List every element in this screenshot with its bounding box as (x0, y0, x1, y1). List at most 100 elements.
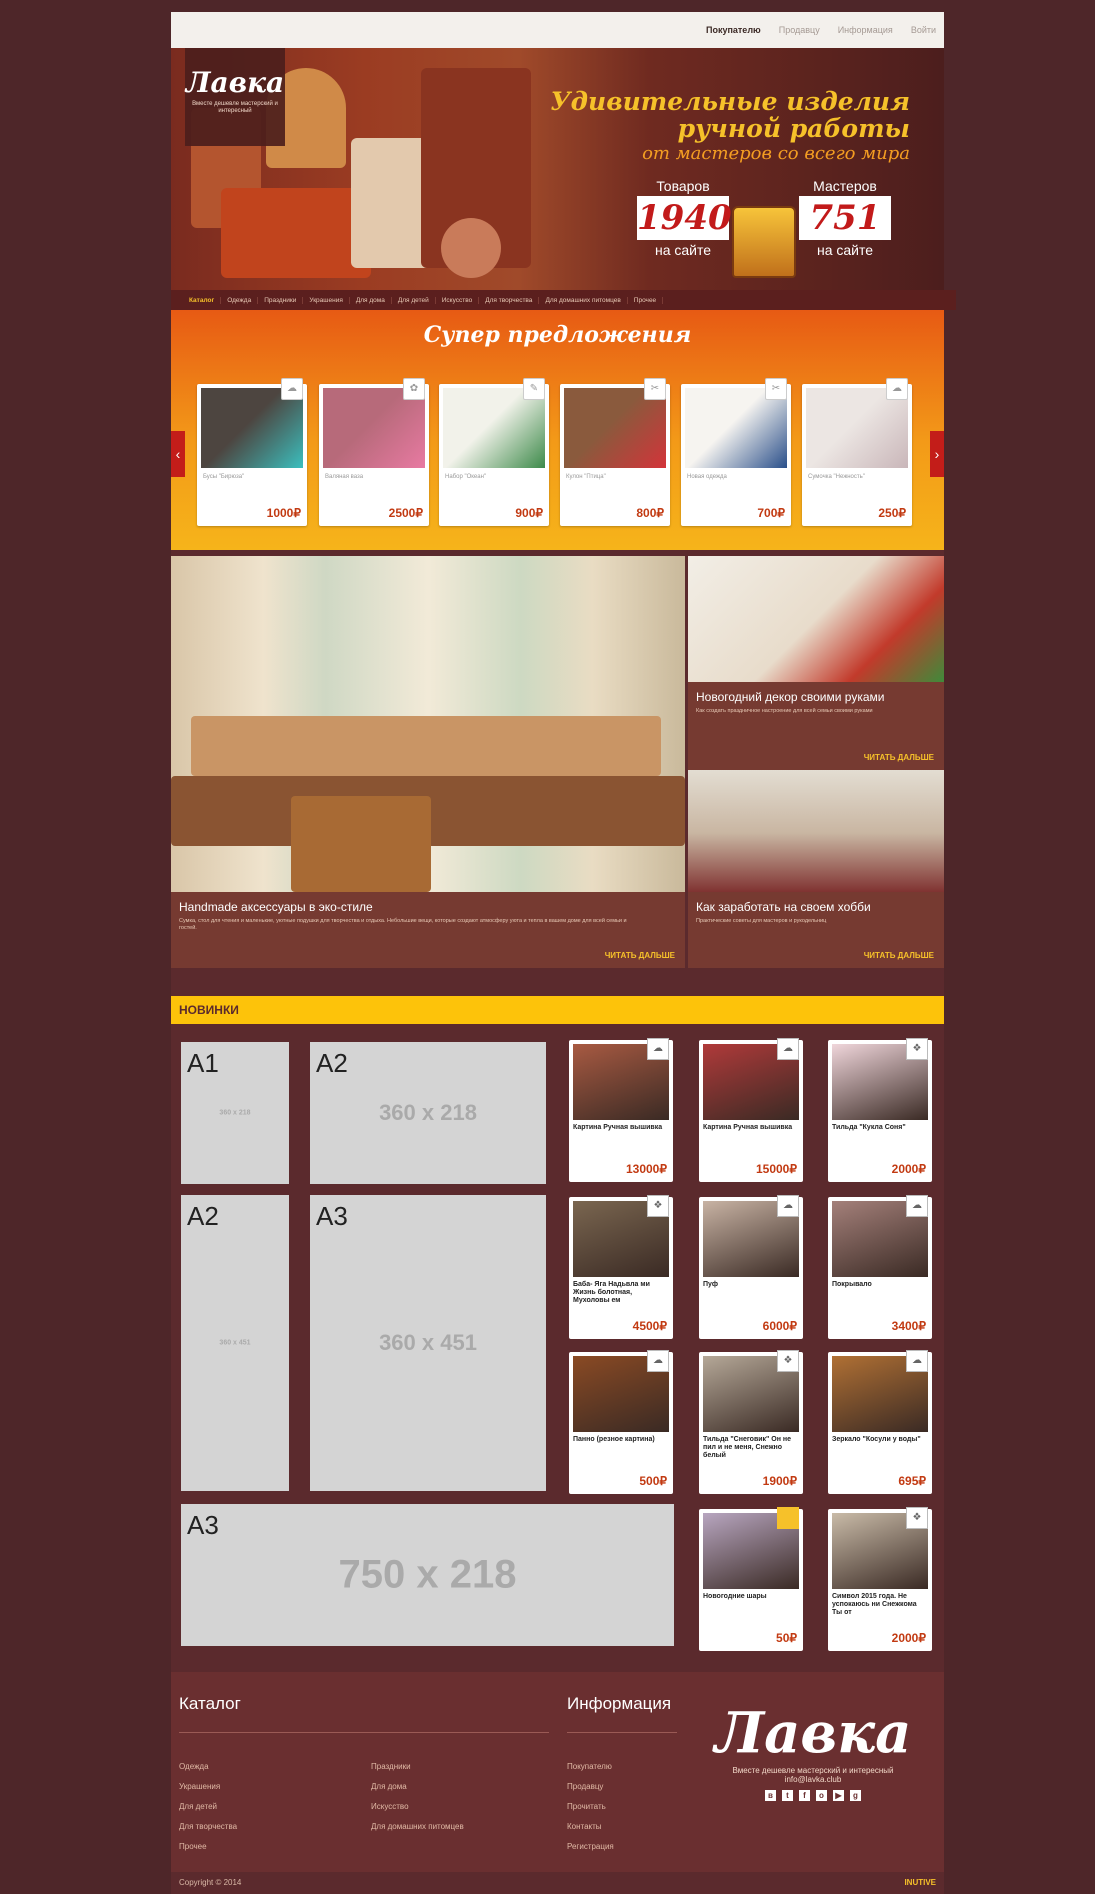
offer-card[interactable]: ✂ Кулон "Птица" 800₽ (560, 378, 670, 526)
product-card[interactable]: ☁ Зеркало "Косули у воды" 695₽ (828, 1350, 932, 1494)
vk-icon[interactable]: в (765, 1790, 776, 1801)
seller-avatar-icon[interactable]: ❖ (906, 1507, 928, 1529)
article-main-title[interactable]: Handmade аксессуары в эко-стиле (179, 900, 373, 914)
ad-slot-a2-top[interactable]: A2 360 x 218 (310, 1042, 546, 1184)
offer-card[interactable]: ✿ Валяная ваза 2500₽ (319, 378, 429, 526)
seller-avatar-icon[interactable]: ❖ (777, 1350, 799, 1372)
cat-jewelry[interactable]: Украшения (303, 296, 350, 304)
nav-buyer[interactable]: Покупателю (706, 25, 761, 35)
offer-image (201, 388, 303, 468)
stat-products-sub: на сайте (654, 242, 712, 258)
seller-avatar-icon[interactable]: ■ (777, 1507, 799, 1529)
footer-link[interactable]: Прочее (179, 1842, 207, 1851)
cat-catalog[interactable]: Каталог (183, 296, 222, 304)
footer-link[interactable]: Украшения (179, 1782, 220, 1791)
seller-avatar-icon[interactable]: ☁ (647, 1038, 669, 1060)
article-side1-title[interactable]: Новогодний декор своими руками (696, 690, 884, 704)
article-side2-image[interactable] (688, 770, 944, 896)
product-card[interactable]: ☁ Покрывало 3400₽ (828, 1195, 932, 1339)
offers-next-arrow-icon[interactable]: › (930, 431, 944, 477)
offer-card[interactable]: ✂ Новая одежда 700₽ (681, 378, 791, 526)
cat-holidays[interactable]: Праздники (258, 296, 304, 304)
gp-icon[interactable]: g (850, 1790, 861, 1801)
footer-link[interactable]: Для домашних питомцев (371, 1822, 464, 1831)
cat-home[interactable]: Для дома (350, 296, 392, 304)
article-main[interactable] (171, 556, 685, 896)
tw-icon[interactable]: t (782, 1790, 793, 1801)
footer-link[interactable]: Для творчества (179, 1822, 237, 1831)
ad-code: A2 (316, 1048, 348, 1078)
footer-link[interactable]: Продавцу (567, 1782, 603, 1791)
offers-prev-arrow-icon[interactable]: ‹ (171, 431, 185, 477)
article-side2-title[interactable]: Как заработать на своем хобби (696, 900, 871, 914)
offer-price: 700₽ (757, 506, 785, 520)
offer-card[interactable]: ☁ Бусы "Бирюза" 1000₽ (197, 378, 307, 526)
product-card[interactable]: ❖ Символ 2015 года. Не успокаюсь ни Снежк… (828, 1507, 932, 1651)
cat-other[interactable]: Прочее (628, 296, 664, 304)
studio-credit[interactable]: INUTIVE (904, 1878, 936, 1887)
footer-catalog-title: Каталог (179, 1694, 241, 1713)
cat-art[interactable]: Искусство (436, 296, 480, 304)
footer-link[interactable]: Одежда (179, 1762, 209, 1771)
footer-logo[interactable]: Лавка Вместе дешевле мастерский и интере… (703, 1700, 923, 1801)
seller-avatar-icon[interactable]: ☁ (886, 378, 908, 400)
footer-logo-wordmark: Лавка (714, 1700, 912, 1766)
footer-link[interactable]: Для дома (371, 1782, 407, 1791)
seller-avatar-icon[interactable]: ☁ (777, 1195, 799, 1217)
seller-avatar-icon[interactable]: ☁ (647, 1350, 669, 1372)
footer-link[interactable]: Регистрация (567, 1842, 614, 1851)
seller-avatar-icon[interactable]: ✂ (644, 378, 666, 400)
footer-link[interactable]: Для детей (179, 1802, 217, 1811)
ad-slot-a1[interactable]: A1 360 x 218 (181, 1042, 289, 1184)
seller-avatar-icon[interactable]: ☁ (281, 378, 303, 400)
product-card[interactable]: ■ Новогодние шары 50₽ (699, 1507, 803, 1651)
product-price: 695₽ (898, 1474, 926, 1488)
ad-slot-a3-wide[interactable]: A3 750 x 218 (181, 1504, 674, 1646)
article-side1-more[interactable]: ЧИТАТЬ ДАЛЬШЕ (864, 753, 934, 762)
seller-avatar-icon[interactable]: ❖ (906, 1038, 928, 1060)
product-card[interactable]: ☁ Пуф 6000₽ (699, 1195, 803, 1339)
article-side1-image[interactable] (688, 556, 944, 682)
hero-subtitle: от мастеров со всего мира (642, 143, 910, 164)
social-links: в t f о ▶ g (703, 1790, 923, 1801)
offer-card[interactable]: ✎ Набор "Океан" 900₽ (439, 378, 549, 526)
nav-login[interactable]: Войти (911, 25, 936, 35)
footer-link[interactable]: Праздники (371, 1762, 411, 1771)
seller-avatar-icon[interactable]: ☁ (906, 1350, 928, 1372)
footer-link[interactable]: Искусство (371, 1802, 409, 1811)
product-card[interactable]: ❖ Тильда "Кукла Соня" 2000₽ (828, 1038, 932, 1182)
ad-slot-a2[interactable]: A2 360 x 451 (181, 1195, 289, 1491)
product-card[interactable]: ☁ Картина Ручная вышивка 15000₽ (699, 1038, 803, 1182)
seller-avatar-icon[interactable]: ✿ (403, 378, 425, 400)
cat-clothes[interactable]: Одежда (221, 296, 259, 304)
article-main-more[interactable]: ЧИТАТЬ ДАЛЬШЕ (605, 951, 675, 960)
seller-avatar-icon[interactable]: ☁ (777, 1038, 799, 1060)
page: Покупателю Продавцу Информация Войти Лав… (171, 12, 956, 1894)
seller-avatar-icon[interactable]: ❖ (647, 1195, 669, 1217)
cat-kids[interactable]: Для детей (392, 296, 436, 304)
ad-slot-a3[interactable]: A3 360 x 451 (310, 1195, 546, 1491)
product-card[interactable]: ☁ Картина Ручная вышивка 13000₽ (569, 1038, 673, 1182)
yt-icon[interactable]: ▶ (833, 1790, 844, 1801)
footer-link[interactable]: Прочитать (567, 1802, 606, 1811)
fb-icon[interactable]: f (799, 1790, 810, 1801)
category-nav: Каталог Одежда Праздники Украшения Для д… (171, 290, 956, 310)
cat-pets[interactable]: Для домашних питомцев (539, 296, 628, 304)
product-card[interactable]: ❖ Баба- Яга Надьвла ми Жизнь болотная, Му… (569, 1195, 673, 1339)
ok-icon[interactable]: о (816, 1790, 827, 1801)
footer-link[interactable]: Покупателю (567, 1762, 612, 1771)
nav-info[interactable]: Информация (838, 25, 893, 35)
nav-seller[interactable]: Продавцу (779, 25, 820, 35)
offer-card[interactable]: ☁ Сумочка "Нежность" 250₽ (802, 378, 912, 526)
product-card[interactable]: ☁ Панно (резное картина) 500₽ (569, 1350, 673, 1494)
seller-avatar-icon[interactable]: ☁ (906, 1195, 928, 1217)
cat-crafts[interactable]: Для творчества (479, 296, 540, 304)
site-logo[interactable]: Лавка Вместе дешевле мастерский и интере… (185, 48, 285, 146)
product-card[interactable]: ❖ Тильда "Снеговик" Он не пил и не меня, … (699, 1350, 803, 1494)
article-side2-more[interactable]: ЧИТАТЬ ДАЛЬШЕ (864, 951, 934, 960)
footer-link[interactable]: Контакты (567, 1822, 602, 1831)
seller-avatar-icon[interactable]: ✂ (765, 378, 787, 400)
footer-site[interactable]: info@lavka.club (703, 1775, 923, 1784)
offer-image (685, 388, 787, 468)
seller-avatar-icon[interactable]: ✎ (523, 378, 545, 400)
